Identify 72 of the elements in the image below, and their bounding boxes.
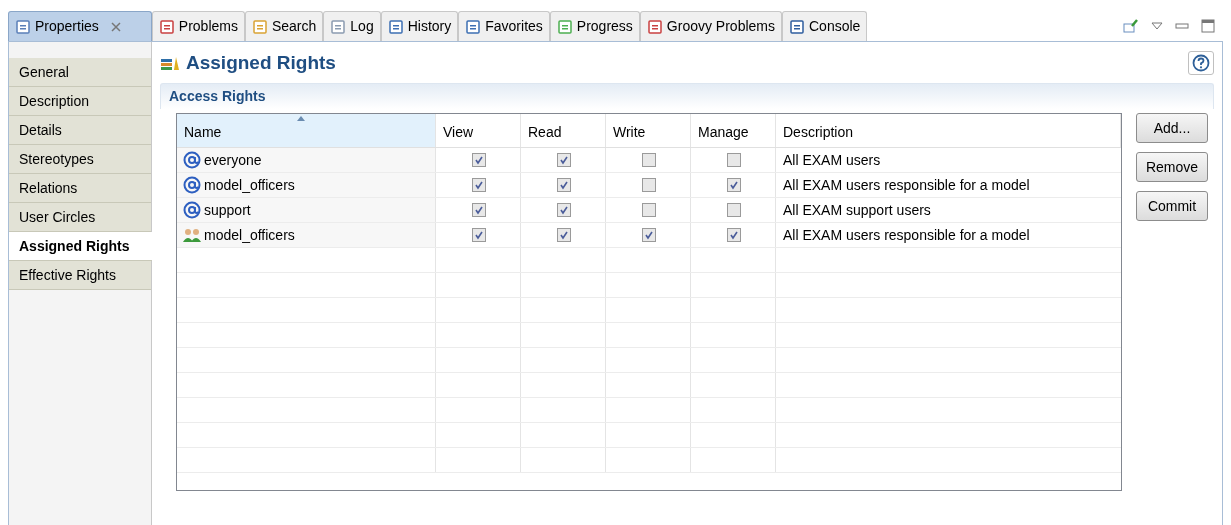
sidebar-item[interactable]: Assigned Rights <box>9 232 152 261</box>
tab-icon <box>251 18 268 35</box>
tab-icon <box>465 18 482 35</box>
sidebar-item[interactable]: Details <box>9 116 151 145</box>
checkbox[interactable] <box>472 153 486 167</box>
column-header[interactable]: Name <box>177 114 436 147</box>
group-icon <box>183 227 201 243</box>
tab[interactable]: Groovy Problems <box>639 11 782 41</box>
dropdown-icon[interactable] <box>1151 21 1163 31</box>
column-header[interactable]: Read <box>521 114 606 147</box>
checkbox[interactable] <box>642 228 656 242</box>
tab-icon <box>789 18 805 35</box>
tab-icon <box>556 18 573 35</box>
table-cell-text: All EXAM support users <box>783 200 931 220</box>
table-cell-text: model_officers <box>204 175 295 195</box>
tab[interactable]: Log <box>323 11 381 41</box>
column-header[interactable]: View <box>436 114 521 147</box>
tab[interactable]: Console <box>782 11 868 41</box>
at-icon <box>183 176 201 194</box>
column-header[interactable]: Description <box>776 114 1121 147</box>
tab-icon <box>158 18 175 35</box>
maximize-icon[interactable] <box>1201 19 1215 33</box>
section-title: Access Rights <box>169 87 266 106</box>
checkbox[interactable] <box>557 178 571 192</box>
table-cell-text: All EXAM users responsible for a model <box>783 175 1030 195</box>
tab-icon <box>387 18 404 35</box>
pin-icon[interactable] <box>1123 18 1139 34</box>
checkbox[interactable] <box>642 203 656 217</box>
table-cell-text: everyone <box>204 150 262 170</box>
sidebar-item[interactable]: Stereotypes <box>9 145 151 174</box>
table-cell-text: model_officers <box>204 225 295 245</box>
sidebar-item[interactable]: User Circles <box>9 203 151 232</box>
checkbox[interactable] <box>727 228 741 242</box>
checkbox[interactable] <box>472 203 486 217</box>
at-icon <box>183 201 201 219</box>
table-cell-text: All EXAM users <box>783 150 881 170</box>
column-header[interactable]: Manage <box>691 114 776 147</box>
sidebar-item[interactable]: Relations <box>9 174 151 203</box>
tab[interactable]: Progress <box>549 11 640 41</box>
tab-icon <box>15 18 31 35</box>
action-button[interactable]: Add... <box>1136 113 1208 143</box>
table-cell-text: support <box>204 200 251 220</box>
tab[interactable]: Problems <box>151 11 245 41</box>
action-button[interactable]: Commit <box>1136 191 1208 221</box>
checkbox[interactable] <box>557 228 571 242</box>
tab[interactable]: Properties <box>8 11 152 41</box>
tab[interactable]: History <box>380 11 459 41</box>
sidebar-item[interactable]: Effective Rights <box>9 261 151 290</box>
sidebar-item[interactable]: General <box>9 58 151 87</box>
tab[interactable]: Favorites <box>458 11 550 41</box>
at-icon <box>183 151 201 169</box>
sort-icon <box>297 116 305 121</box>
checkbox[interactable] <box>557 203 571 217</box>
tab-icon <box>330 18 347 35</box>
sidebar-item[interactable]: Description <box>9 87 151 116</box>
checkbox[interactable] <box>472 178 486 192</box>
tab-icon <box>646 18 663 35</box>
checkbox[interactable] <box>642 153 656 167</box>
help-button[interactable] <box>1188 51 1214 75</box>
column-header[interactable]: Write <box>606 114 691 147</box>
checkbox[interactable] <box>727 153 741 167</box>
table-cell-text: All EXAM users responsible for a model <box>783 225 1030 245</box>
checkbox[interactable] <box>472 228 486 242</box>
checkbox[interactable] <box>727 203 741 217</box>
checkbox[interactable] <box>642 178 656 192</box>
action-button[interactable]: Remove <box>1136 152 1208 182</box>
tab[interactable]: Search <box>244 11 324 41</box>
page-title: Assigned Rights <box>186 50 336 75</box>
close-icon[interactable] <box>110 21 121 32</box>
checkbox[interactable] <box>557 153 571 167</box>
checkbox[interactable] <box>727 178 741 192</box>
minimize-icon[interactable] <box>1175 22 1189 30</box>
